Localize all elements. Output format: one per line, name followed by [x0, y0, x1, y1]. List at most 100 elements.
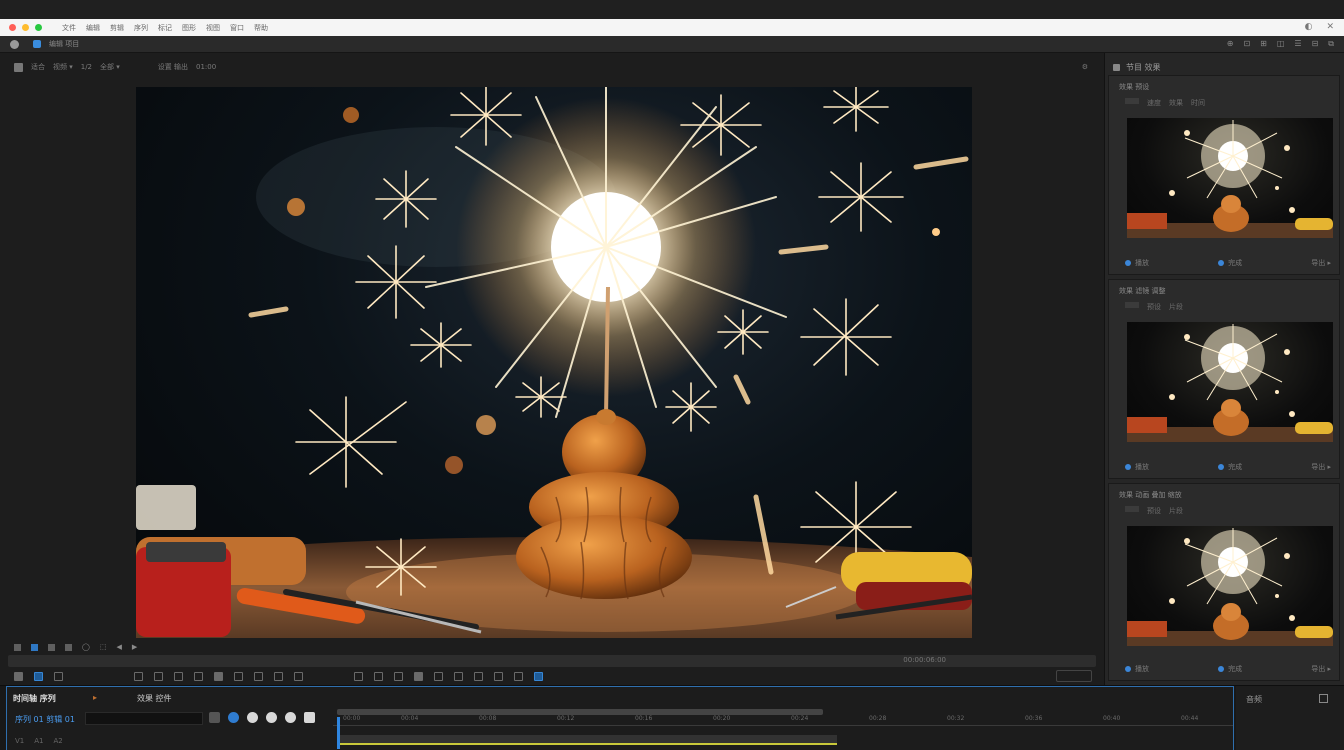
clip-icon[interactable]	[65, 643, 72, 651]
lift-button[interactable]	[294, 672, 303, 681]
track-a2[interactable]: A2	[54, 737, 63, 745]
minimize-window-button[interactable]	[22, 24, 29, 31]
tab-timeline[interactable]: 时间轴 序列	[13, 693, 56, 704]
video-select[interactable]: 视频 ▾	[53, 62, 73, 72]
play-button[interactable]	[174, 672, 183, 681]
frame-toggle-icon[interactable]: ⬚	[100, 643, 107, 651]
marker-button[interactable]	[14, 672, 23, 681]
output-settings[interactable]: 设置 输出	[158, 62, 188, 72]
play-label[interactable]: 播放	[1135, 664, 1149, 674]
layout-icon[interactable]: ⊟	[1312, 39, 1319, 49]
grid-icon[interactable]: ⊞	[1260, 39, 1267, 49]
trim-button[interactable]	[474, 672, 483, 681]
time-ruler[interactable]: 00:00 00:04 00:08 00:12 00:16 00:20 00:2…	[333, 712, 1233, 726]
resolution-select[interactable]: 1/2	[81, 63, 92, 71]
project-icon[interactable]	[33, 40, 41, 48]
step-back-icon[interactable]: ◀	[116, 643, 121, 651]
ruler-tick: 00:20	[713, 715, 731, 722]
out-mark-button[interactable]	[54, 672, 63, 681]
loop-button[interactable]	[414, 672, 423, 681]
panel-menu-icon[interactable]	[1113, 63, 1120, 71]
extract-button[interactable]	[354, 672, 363, 681]
done-label[interactable]: 完成	[1228, 664, 1242, 674]
wrench-icon[interactable]	[304, 712, 315, 723]
tab-arrow[interactable]: ▸	[93, 693, 97, 702]
playhead[interactable]	[337, 717, 340, 749]
link-icon[interactable]	[228, 712, 239, 723]
effect-thumbnail[interactable]	[1127, 322, 1333, 442]
play-label[interactable]: 播放	[1135, 462, 1149, 472]
button-editor[interactable]	[434, 672, 443, 681]
timecode-input[interactable]	[85, 712, 203, 725]
frame-icon[interactable]: ⊡	[1243, 39, 1250, 49]
marker-icon[interactable]	[14, 643, 21, 651]
in-mark-button[interactable]	[34, 672, 43, 681]
marker-add-icon[interactable]	[247, 712, 258, 723]
export-link[interactable]: 导出 ▸	[1311, 462, 1331, 472]
close-window-button[interactable]	[9, 24, 16, 31]
theme-icon[interactable]: ◐	[1305, 22, 1313, 32]
done-label[interactable]: 完成	[1228, 462, 1242, 472]
in-point-icon[interactable]	[31, 643, 38, 651]
preset-chip[interactable]	[1125, 98, 1139, 104]
captions-icon[interactable]	[285, 712, 296, 723]
effect-thumbnail[interactable]	[1127, 118, 1333, 238]
step-forward-button[interactable]	[194, 672, 203, 681]
effect-card[interactable]: 效果 滤镜 调整 预设 片段 播放 完成 导出 ▸	[1108, 279, 1340, 479]
comparison-button[interactable]	[374, 672, 383, 681]
step-forward-icon[interactable]: ▶	[132, 643, 137, 651]
all-select[interactable]: 全部 ▾	[100, 62, 120, 72]
record-icon[interactable]: ◯	[82, 643, 90, 651]
insert-button[interactable]	[234, 672, 243, 681]
export-link[interactable]: 导出 ▸	[1311, 664, 1331, 674]
window-icon[interactable]: ⧉	[1328, 39, 1334, 49]
zoom-select[interactable]: 适合	[31, 62, 45, 72]
crop-button[interactable]	[454, 672, 463, 681]
safe-margins-button[interactable]	[394, 672, 403, 681]
video-frame[interactable]	[136, 87, 972, 638]
done-label[interactable]: 完成	[1228, 258, 1242, 268]
snap-icon[interactable]	[209, 712, 220, 723]
panel-icon[interactable]: ◫	[1277, 39, 1285, 49]
highlight-button[interactable]	[534, 672, 543, 681]
ruler-tick: 00:04	[401, 715, 419, 722]
preset-chip[interactable]	[1125, 302, 1139, 308]
tab-effect-controls[interactable]: 效果 控件	[137, 693, 172, 704]
menu-item[interactable]: 视图	[206, 23, 220, 33]
zoom-level-field[interactable]	[1056, 670, 1092, 682]
effect-thumbnail[interactable]	[1127, 526, 1333, 646]
playback-scrubber[interactable]: 00:00:06:00	[8, 655, 1096, 667]
add-icon[interactable]: ⊕	[1227, 39, 1234, 49]
effect-card[interactable]: 效果 预设 速度 效果 时间 播放 完成 导出 ▸	[1108, 75, 1340, 275]
settings-icon[interactable]: ⚙	[1082, 63, 1088, 71]
video-track[interactable]	[337, 735, 837, 745]
list-icon[interactable]: ☰	[1294, 39, 1301, 49]
close-icon[interactable]: ✕	[1326, 22, 1334, 32]
go-to-out-button[interactable]	[214, 672, 223, 681]
fit-icon[interactable]	[14, 62, 23, 72]
menu-item[interactable]: 文件	[62, 23, 76, 33]
go-to-in-button[interactable]	[134, 672, 143, 681]
menu-item[interactable]: 标记	[158, 23, 172, 33]
export-link[interactable]: 导出 ▸	[1311, 258, 1331, 268]
effect-card[interactable]: 效果 动画 叠加 缩放 预设 片段 播放 完成 导出 ▸	[1108, 483, 1340, 681]
menu-item[interactable]: 图形	[182, 23, 196, 33]
out-point-icon[interactable]	[48, 643, 55, 651]
volume-button[interactable]	[514, 672, 523, 681]
play-label[interactable]: 播放	[1135, 258, 1149, 268]
mute-button[interactable]	[494, 672, 503, 681]
settings-dial-icon[interactable]	[266, 712, 277, 723]
maximize-window-button[interactable]	[35, 24, 42, 31]
menu-item[interactable]: 窗口	[230, 23, 244, 33]
track-a1[interactable]: A1	[34, 737, 43, 745]
preset-chip[interactable]	[1125, 506, 1139, 512]
menu-item[interactable]: 编辑	[86, 23, 100, 33]
menu-item[interactable]: 序列	[134, 23, 148, 33]
menu-item[interactable]: 帮助	[254, 23, 268, 33]
expand-icon[interactable]	[1319, 694, 1328, 703]
export-frame-button[interactable]	[274, 672, 283, 681]
step-back-button[interactable]	[154, 672, 163, 681]
overwrite-button[interactable]	[254, 672, 263, 681]
track-v1[interactable]: V1	[15, 737, 24, 745]
menu-item[interactable]: 剪辑	[110, 23, 124, 33]
